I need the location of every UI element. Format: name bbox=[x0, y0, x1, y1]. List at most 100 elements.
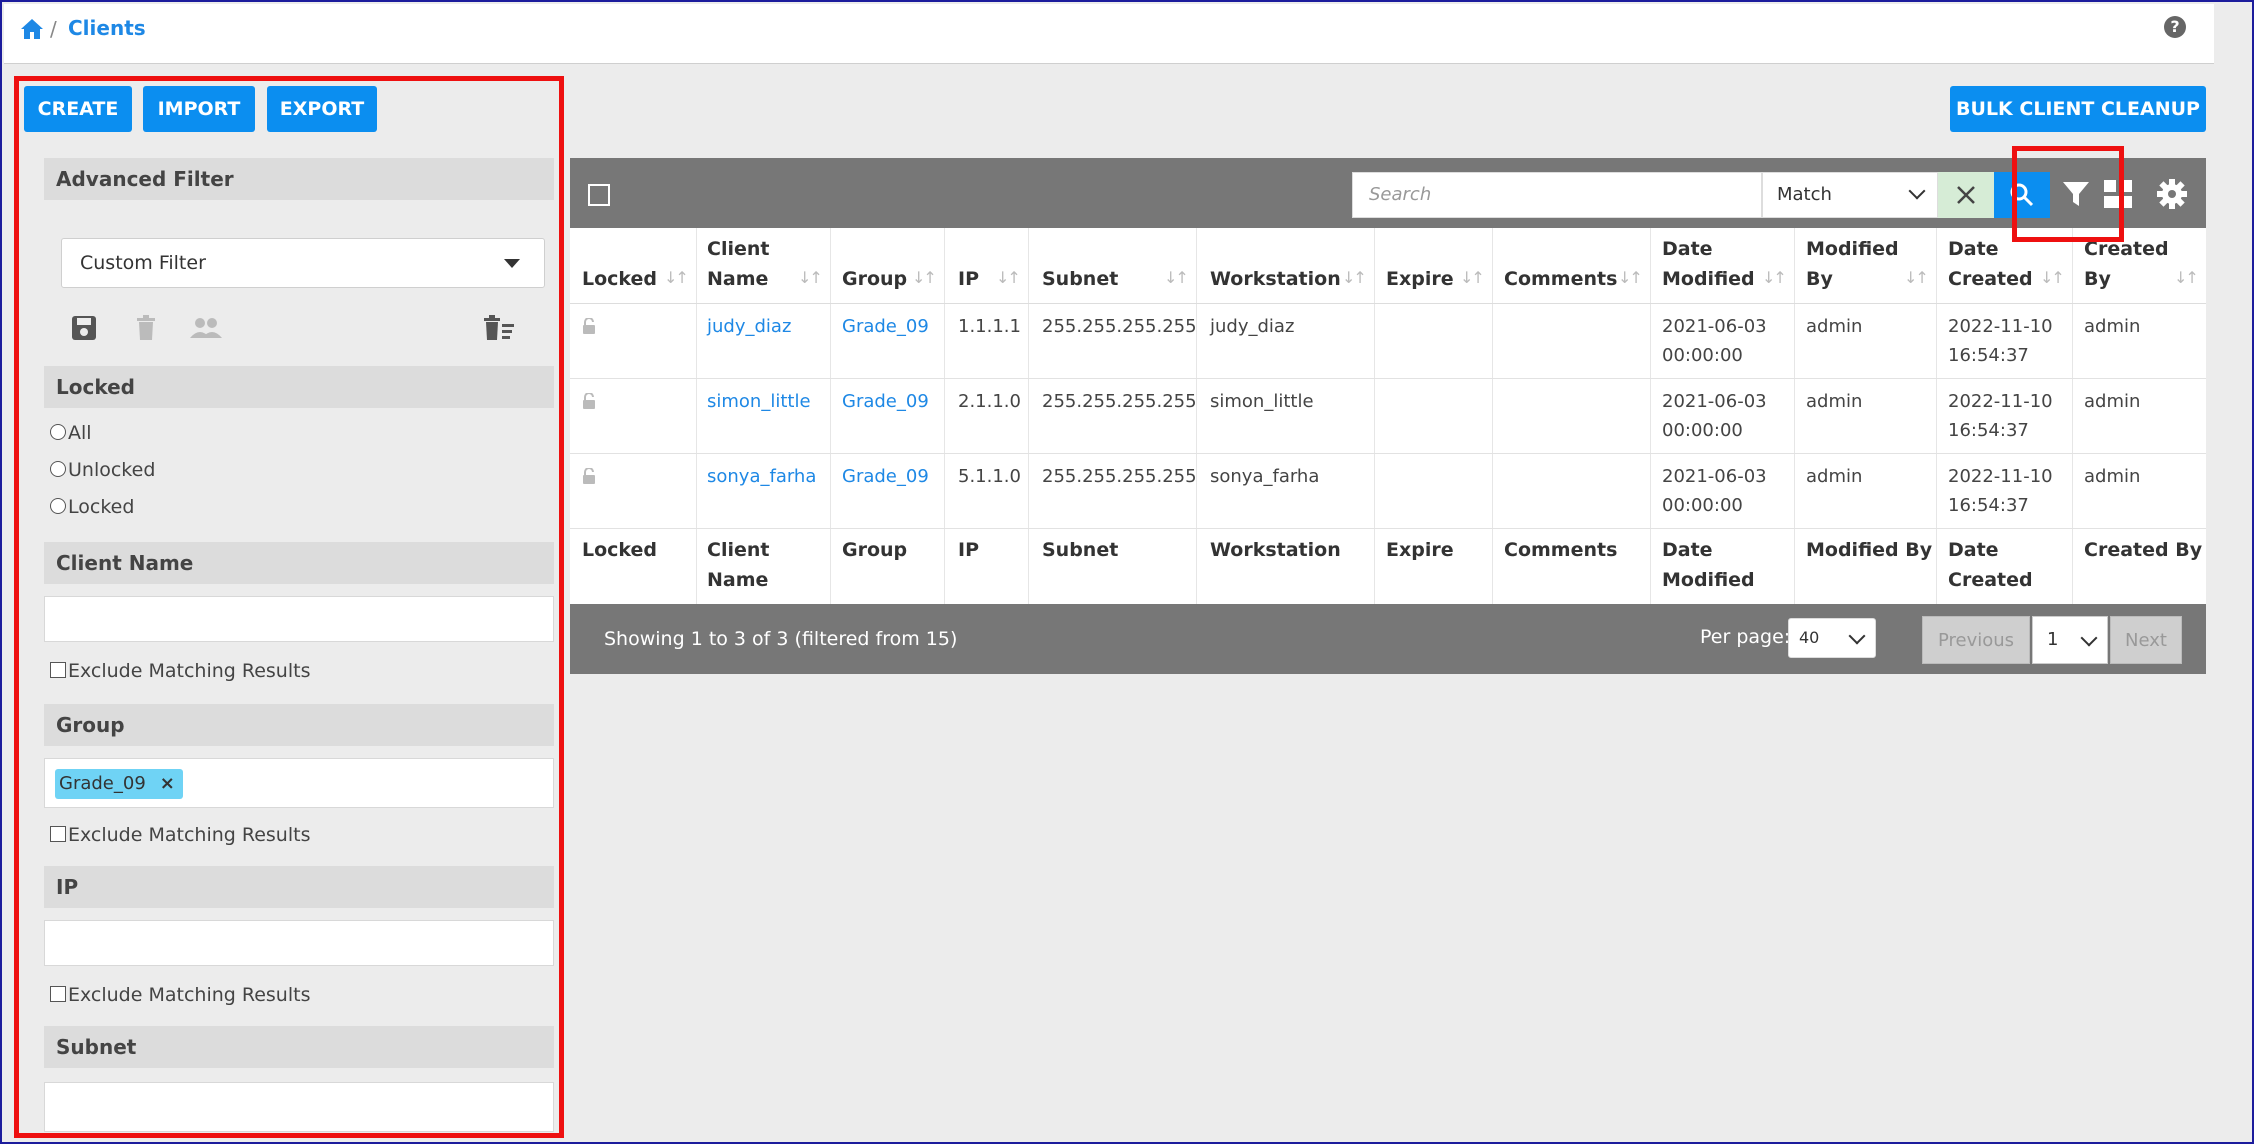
users-icon[interactable] bbox=[188, 314, 224, 342]
cell-subnet: 255.255.255.255 bbox=[1042, 316, 1197, 337]
unlock-icon[interactable] bbox=[582, 393, 596, 409]
top-header: / Clients ? bbox=[4, 4, 2214, 64]
table-row[interactable]: judy_diaz Grade_09 1.1.1.1 255.255.255.2… bbox=[570, 304, 2206, 379]
th-modified-by-line2[interactable]: By bbox=[1806, 264, 1833, 294]
locked-option-all[interactable]: All bbox=[50, 422, 92, 444]
table-row[interactable]: sonya_farha Grade_09 5.1.1.0 255.255.255… bbox=[570, 454, 2206, 529]
locked-option-unlocked[interactable]: Unlocked bbox=[50, 459, 155, 481]
radio-locked[interactable] bbox=[50, 498, 66, 514]
client-name-exclude[interactable]: Exclude Matching Results bbox=[50, 660, 310, 682]
save-icon[interactable] bbox=[70, 314, 98, 342]
client-name-exclude-checkbox[interactable] bbox=[50, 662, 66, 678]
th-date-modified-line2[interactable]: Modified bbox=[1662, 264, 1755, 294]
th-comments[interactable]: Comments bbox=[1504, 264, 1617, 294]
breadcrumb-separator: / bbox=[50, 17, 57, 41]
locked-heading: Locked bbox=[44, 366, 554, 408]
ip-exclude-checkbox[interactable] bbox=[50, 986, 66, 1002]
page-title[interactable]: Clients bbox=[68, 16, 146, 40]
client-name-link[interactable]: sonya_farha bbox=[707, 462, 816, 491]
radio-all[interactable] bbox=[50, 424, 66, 440]
home-icon[interactable] bbox=[20, 18, 44, 40]
unlock-icon[interactable] bbox=[582, 468, 596, 484]
cell-date-modified-time: 00:00:00 bbox=[1662, 345, 1743, 366]
sort-icon[interactable]: ↓↑ bbox=[1460, 268, 1485, 287]
sort-icon[interactable]: ↓↑ bbox=[2040, 268, 2065, 287]
table-row[interactable]: simon_little Grade_09 2.1.1.0 255.255.25… bbox=[570, 379, 2206, 454]
sort-icon[interactable]: ↓↑ bbox=[1342, 268, 1367, 287]
radio-unlocked[interactable] bbox=[50, 461, 66, 477]
th-modified-by-line1[interactable]: Modified bbox=[1806, 234, 1899, 264]
subnet-heading: Subnet bbox=[44, 1026, 554, 1068]
search-button[interactable] bbox=[1994, 172, 2050, 218]
previous-button[interactable]: Previous bbox=[1922, 616, 2030, 664]
filter-icon[interactable] bbox=[2060, 178, 2092, 210]
sort-icon[interactable]: ↓↑ bbox=[1762, 268, 1787, 287]
group-exclude-checkbox[interactable] bbox=[50, 826, 66, 842]
select-all-checkbox[interactable] bbox=[588, 184, 610, 206]
cell-date-modified-date: 2021-06-03 bbox=[1662, 391, 1767, 412]
per-page-select[interactable]: 40 bbox=[1788, 618, 1876, 658]
sort-icon[interactable]: ↓↑ bbox=[912, 268, 937, 287]
sort-icon[interactable]: ↓↑ bbox=[1904, 268, 1929, 287]
clear-filters-icon[interactable] bbox=[482, 314, 516, 342]
table-footer-header: Locked Client Name Group IP Subnet Works… bbox=[570, 529, 2206, 604]
subnet-input[interactable] bbox=[44, 1082, 554, 1132]
unlock-icon[interactable] bbox=[582, 318, 596, 334]
tf-date-modified-line1: Date bbox=[1662, 539, 1713, 561]
tf-ip: IP bbox=[958, 539, 979, 561]
client-name-input[interactable] bbox=[44, 596, 554, 642]
group-link[interactable]: Grade_09 bbox=[842, 387, 929, 416]
th-subnet[interactable]: Subnet bbox=[1042, 264, 1118, 294]
grid-layout-icon[interactable] bbox=[2102, 178, 2134, 210]
next-button[interactable]: Next bbox=[2110, 616, 2182, 664]
cell-date-modified-time: 00:00:00 bbox=[1662, 420, 1743, 441]
th-date-created-line2[interactable]: Created bbox=[1948, 264, 2033, 294]
page-select[interactable]: 1 bbox=[2032, 616, 2108, 664]
sort-icon[interactable]: ↓↑ bbox=[664, 268, 689, 287]
sort-icon[interactable]: ↓↑ bbox=[1618, 268, 1643, 287]
tf-date-created-line2: Created bbox=[1948, 569, 2033, 591]
trash-icon[interactable] bbox=[132, 314, 160, 342]
bulk-client-cleanup-button[interactable]: BULK CLIENT CLEANUP bbox=[1950, 86, 2206, 132]
tf-workstation: Workstation bbox=[1210, 539, 1341, 561]
cell-created-by: admin bbox=[2084, 391, 2141, 412]
group-exclude[interactable]: Exclude Matching Results bbox=[50, 824, 310, 846]
th-date-created-line1[interactable]: Date bbox=[1948, 234, 1999, 264]
gear-icon[interactable] bbox=[2156, 178, 2188, 210]
match-select[interactable]: Match bbox=[1762, 172, 1938, 218]
table-header: Locked ↓↑ Client Name ↓↑ Group ↓↑ IP ↓↑ … bbox=[570, 228, 2206, 304]
sort-icon[interactable]: ↓↑ bbox=[1164, 268, 1189, 287]
ip-exclude[interactable]: Exclude Matching Results bbox=[50, 984, 310, 1006]
th-group[interactable]: Group bbox=[842, 264, 907, 294]
group-link[interactable]: Grade_09 bbox=[842, 312, 929, 341]
th-date-modified-line1[interactable]: Date bbox=[1662, 234, 1713, 264]
th-created-by-line2[interactable]: By bbox=[2084, 264, 2111, 294]
clear-search-button[interactable] bbox=[1938, 172, 1994, 218]
group-tag: Grade_09 × bbox=[55, 769, 183, 799]
th-client-name-line2[interactable]: Name bbox=[707, 264, 768, 294]
help-icon[interactable]: ? bbox=[2164, 16, 2186, 38]
tag-remove-icon[interactable]: × bbox=[160, 773, 175, 794]
sort-icon[interactable]: ↓↑ bbox=[996, 268, 1021, 287]
th-client-name-line1[interactable]: Client bbox=[707, 234, 769, 264]
cell-date-created-date: 2022-11-10 bbox=[1948, 466, 2053, 487]
th-created-by-line1[interactable]: Created bbox=[2084, 234, 2169, 264]
sort-icon[interactable]: ↓↑ bbox=[2174, 268, 2199, 287]
ip-input[interactable] bbox=[44, 920, 554, 966]
group-link[interactable]: Grade_09 bbox=[842, 462, 929, 491]
sort-icon[interactable]: ↓↑ bbox=[798, 268, 823, 287]
th-locked[interactable]: Locked bbox=[582, 264, 657, 294]
filter-preset-select[interactable]: Custom Filter bbox=[61, 238, 545, 288]
cell-ip: 2.1.1.0 bbox=[958, 391, 1021, 412]
locked-option-locked[interactable]: Locked bbox=[50, 496, 134, 518]
th-ip[interactable]: IP bbox=[958, 264, 979, 294]
th-expire[interactable]: Expire bbox=[1386, 264, 1454, 294]
group-input[interactable]: Grade_09 × bbox=[44, 758, 554, 808]
search-input[interactable]: Search bbox=[1352, 172, 1762, 218]
th-workstation[interactable]: Workstation bbox=[1210, 264, 1341, 294]
cell-modified-by: admin bbox=[1806, 391, 1863, 412]
client-name-link[interactable]: simon_little bbox=[707, 387, 811, 416]
ip-heading: IP bbox=[44, 866, 554, 908]
client-name-link[interactable]: judy_diaz bbox=[707, 312, 791, 341]
cell-subnet: 255.255.255.255 bbox=[1042, 391, 1197, 412]
